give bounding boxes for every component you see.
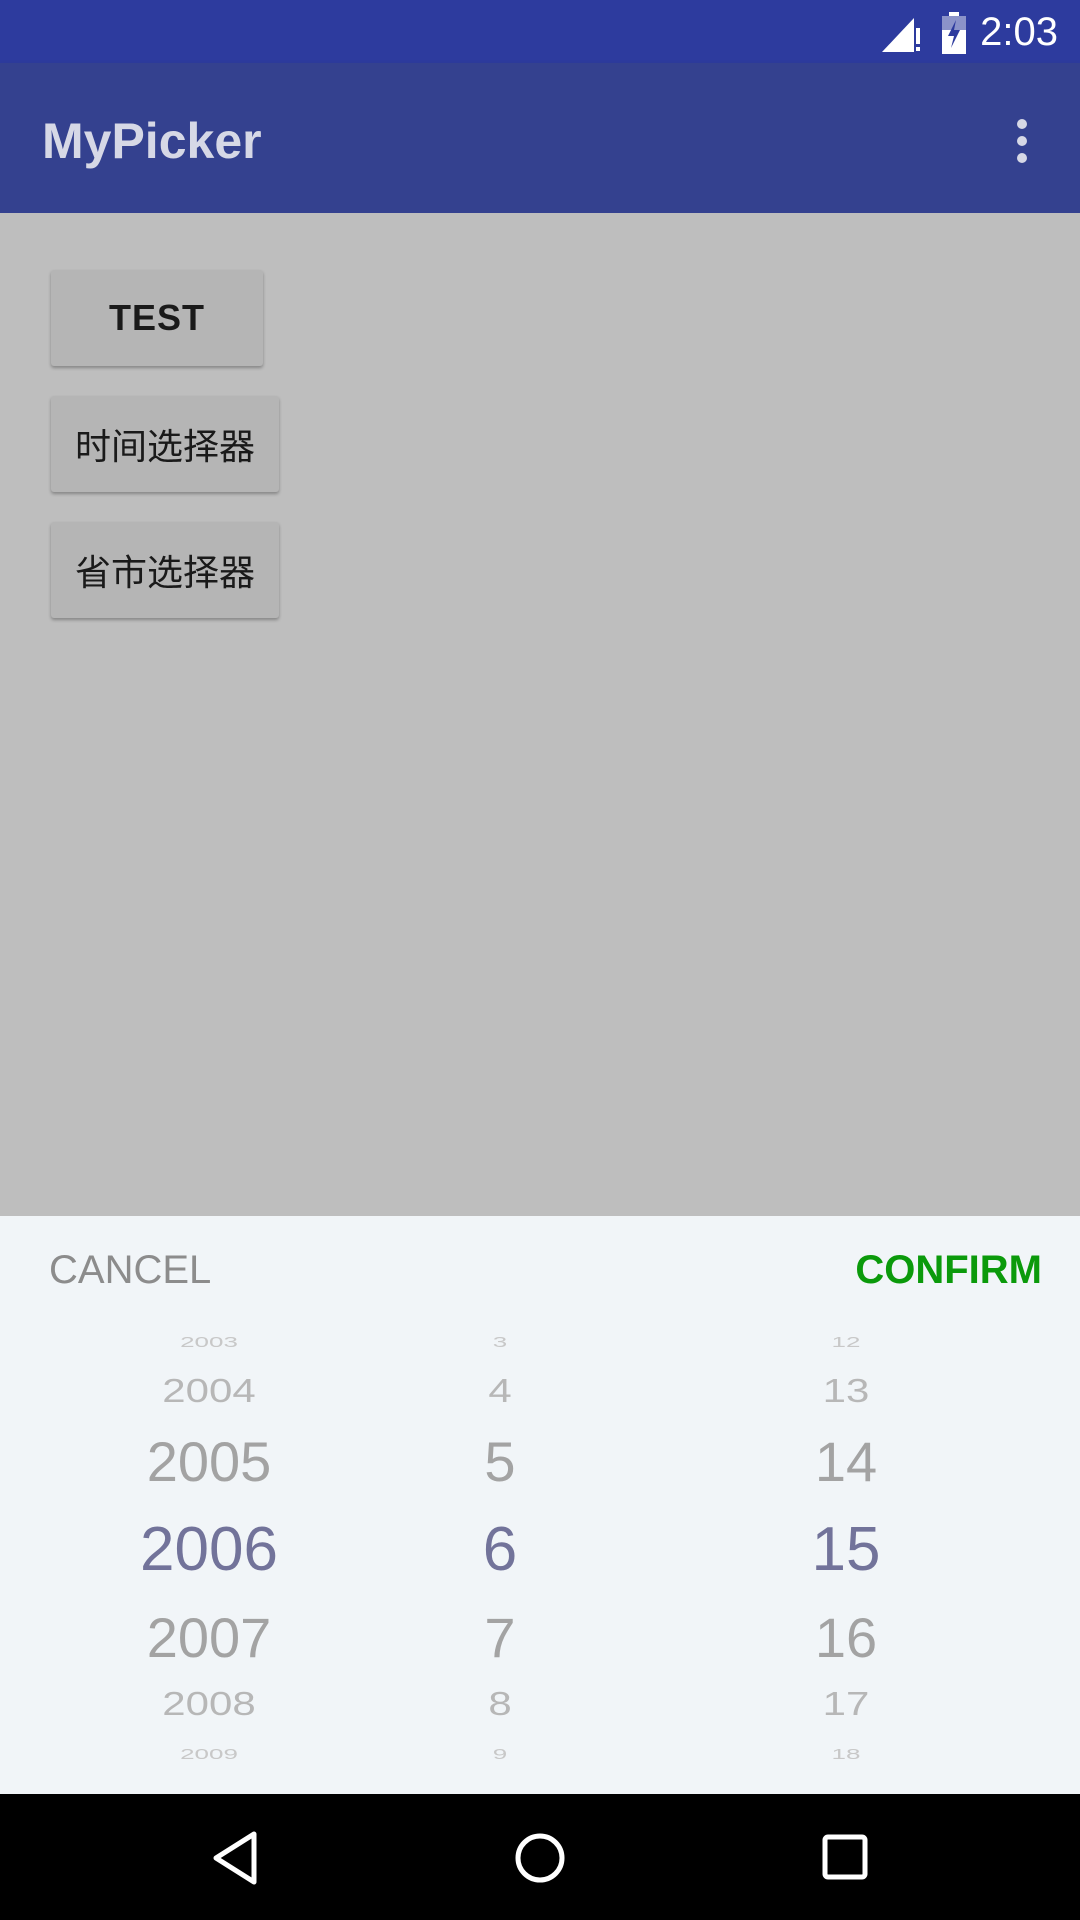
navigation-bar [0, 1794, 1080, 1920]
day-option[interactable]: 18 [696, 1746, 996, 1761]
home-icon[interactable] [512, 1830, 568, 1886]
year-option[interactable]: 2007 [59, 1608, 359, 1668]
app-bar: MyPicker [0, 63, 1080, 213]
test-button[interactable]: TEST [51, 270, 263, 366]
signal-no-data-icon [882, 18, 920, 52]
day-wheel[interactable]: 12 13 14 15 16 17 18 [696, 1328, 996, 1788]
year-option[interactable]: 2003 [59, 1334, 359, 1349]
city-picker-button[interactable]: 省市选择器 [51, 522, 279, 618]
status-time: 2:03 [980, 10, 1058, 54]
year-selected[interactable]: 2006 [59, 1516, 359, 1584]
year-option[interactable]: 2005 [59, 1432, 359, 1492]
month-option[interactable]: 3 [350, 1334, 650, 1349]
day-option[interactable]: 14 [696, 1432, 996, 1492]
battery-charging-icon [942, 12, 966, 54]
main-content: TEST 时间选择器 省市选择器 [0, 213, 1080, 1216]
time-picker-button[interactable]: 时间选择器 [51, 396, 279, 492]
date-picker-sheet: CANCEL CONFIRM 2003 2004 2005 2006 2007 … [0, 1216, 1080, 1794]
day-option[interactable]: 16 [696, 1608, 996, 1668]
month-wheel[interactable]: 3 4 5 6 7 8 9 [350, 1328, 650, 1788]
day-option[interactable]: 17 [696, 1685, 996, 1723]
cancel-button[interactable]: CANCEL [49, 1246, 211, 1294]
status-bar: 2:03 [0, 0, 1080, 63]
confirm-button[interactable]: CONFIRM [855, 1246, 1042, 1294]
month-option[interactable]: 5 [350, 1432, 650, 1492]
month-option[interactable]: 9 [350, 1746, 650, 1761]
day-selected[interactable]: 15 [696, 1516, 996, 1584]
back-icon[interactable] [210, 1830, 260, 1886]
year-wheel[interactable]: 2003 2004 2005 2006 2007 2008 2009 [59, 1328, 359, 1788]
month-option[interactable]: 8 [350, 1685, 650, 1723]
recents-icon[interactable] [820, 1832, 870, 1882]
year-option[interactable]: 2008 [59, 1685, 359, 1723]
month-selected[interactable]: 6 [350, 1516, 650, 1584]
year-option[interactable]: 2009 [59, 1746, 359, 1761]
month-option[interactable]: 4 [350, 1372, 650, 1410]
year-option[interactable]: 2004 [59, 1372, 359, 1410]
month-option[interactable]: 7 [350, 1608, 650, 1668]
app-title: MyPicker [42, 113, 262, 169]
day-option[interactable]: 13 [696, 1372, 996, 1410]
more-vert-icon[interactable] [1005, 115, 1039, 167]
day-option[interactable]: 12 [696, 1334, 996, 1349]
